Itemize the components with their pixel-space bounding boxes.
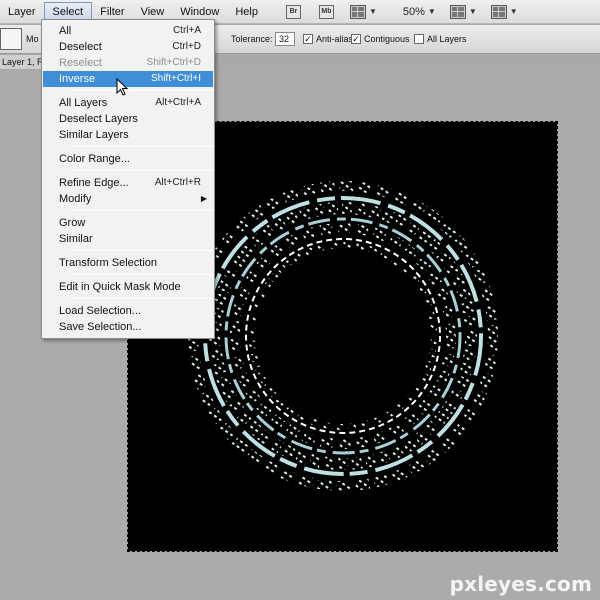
- menu-item-similar-layers[interactable]: Similar Layers: [43, 127, 213, 143]
- menu-divider: [70, 170, 214, 171]
- all-layers-checkbox[interactable]: [414, 34, 424, 44]
- chevron-down-icon[interactable]: ▼: [428, 7, 436, 16]
- view-extras-icon[interactable]: [349, 4, 366, 19]
- menu-divider: [70, 250, 214, 251]
- watermark-logo: pxleyes.com: [449, 572, 592, 596]
- select-menu-dropdown: All Ctrl+A Deselect Ctrl+D Reselect Shift+C…: [41, 19, 215, 339]
- menu-divider: [70, 298, 214, 299]
- menu-item-reselect: Reselect Shift+Ctrl+D: [59, 57, 201, 69]
- menu-item-all[interactable]: All Ctrl+A: [43, 23, 213, 39]
- menu-layer[interactable]: Layer: [0, 2, 44, 22]
- menu-item-quick-mask[interactable]: Edit in Quick Mask Mode: [43, 279, 213, 295]
- tool-preset-picker[interactable]: [0, 28, 22, 50]
- tolerance-label: Tolerance:: [231, 34, 273, 44]
- anti-alias-label: Anti-alias: [316, 34, 354, 44]
- submenu-arrow-icon: ▶: [200, 194, 207, 203]
- screen-mode-icon[interactable]: [490, 4, 507, 19]
- mini-bridge-button[interactable]: Mb: [318, 4, 334, 19]
- zoom-level[interactable]: 50%: [403, 6, 425, 18]
- menu-item-similar[interactable]: Similar: [43, 231, 213, 247]
- arrange-documents-icon[interactable]: [449, 4, 466, 19]
- document-tab[interactable]: Layer 1, R: [0, 55, 42, 69]
- tolerance-input[interactable]: 32: [275, 32, 295, 46]
- menu-divider: [70, 274, 214, 275]
- menu-item-grow[interactable]: Grow: [43, 215, 213, 231]
- menu-item-load-selection[interactable]: Load Selection...: [43, 303, 213, 319]
- all-layers-label: All Layers: [427, 34, 467, 44]
- menu-item-deselect-layers[interactable]: Deselect Layers: [43, 111, 213, 127]
- chevron-down-icon[interactable]: ▼: [510, 7, 518, 16]
- mode-label: Mo: [26, 34, 39, 44]
- mouse-cursor-icon: [116, 78, 129, 96]
- menu-item-color-range[interactable]: Color Range...: [43, 151, 213, 167]
- contiguous-label: Contiguous: [364, 34, 410, 44]
- menu-divider: [70, 210, 214, 211]
- menu-item-modify[interactable]: Modify ▶: [43, 191, 213, 207]
- chevron-down-icon[interactable]: ▼: [369, 7, 377, 16]
- menu-item-save-selection[interactable]: Save Selection...: [43, 319, 213, 335]
- chevron-down-icon[interactable]: ▼: [469, 7, 477, 16]
- bridge-button[interactable]: Br: [285, 4, 301, 19]
- anti-alias-checkbox[interactable]: ✓: [303, 34, 313, 44]
- menu-help[interactable]: Help: [227, 2, 266, 22]
- menu-item-transform-selection[interactable]: Transform Selection: [43, 255, 213, 271]
- menu-divider: [70, 90, 214, 91]
- contiguous-checkbox[interactable]: ✓: [351, 34, 361, 44]
- menu-divider: [70, 146, 214, 147]
- menu-item-refine-edge[interactable]: Refine Edge... Alt+Ctrl+R: [43, 175, 213, 191]
- menu-item-deselect[interactable]: Deselect Ctrl+D: [43, 39, 213, 55]
